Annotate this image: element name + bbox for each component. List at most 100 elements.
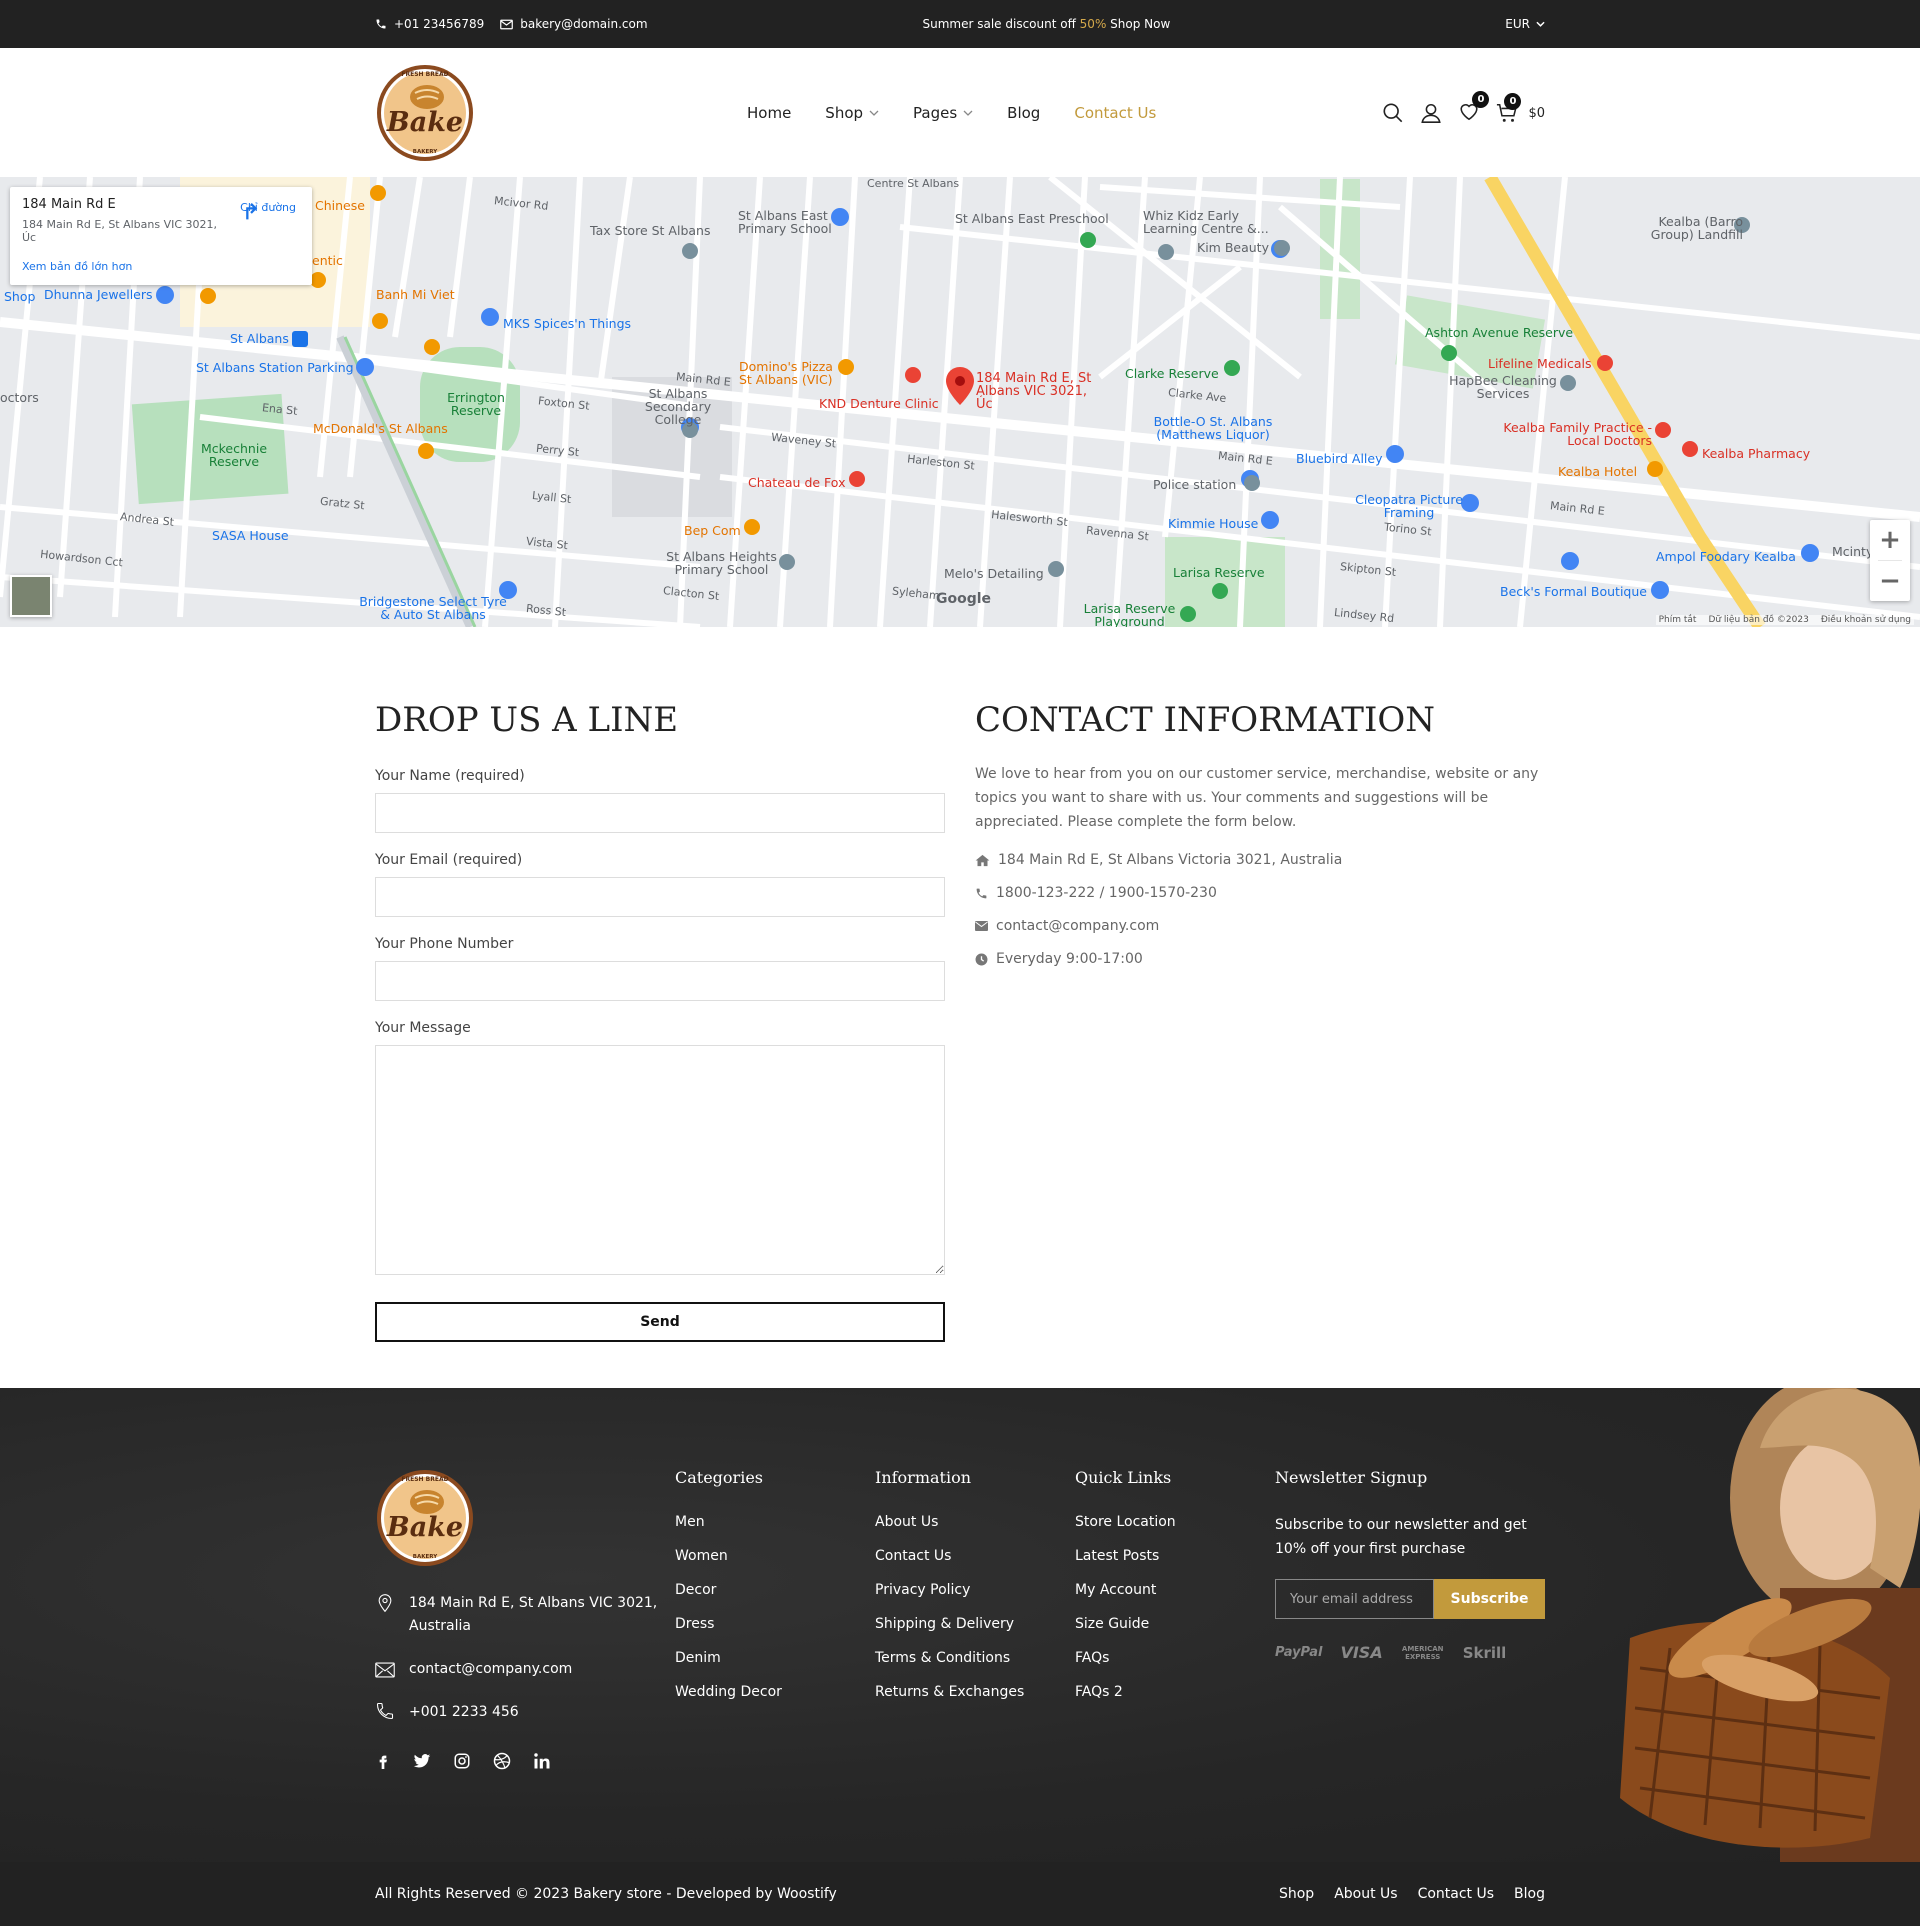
map-label: Ashton Avenue Reserve <box>1425 325 1574 340</box>
map-label: Beck's Formal Boutique <box>1500 584 1647 599</box>
linkedin-icon[interactable] <box>533 1752 551 1770</box>
footer-categories: Categories Men Women Decor Dress Denim W… <box>675 1468 782 1717</box>
currency-select[interactable]: EUR <box>1505 17 1545 31</box>
message-field[interactable] <box>375 1045 945 1275</box>
subscribe-button[interactable]: Subscribe <box>1434 1579 1545 1619</box>
map-label: Mckechnie Reserve <box>200 441 268 469</box>
footer-link[interactable]: FAQs <box>1075 1649 1176 1667</box>
map-label: Dhunna Jewellers <box>44 287 153 302</box>
footer-link[interactable]: Wedding Decor <box>675 1683 782 1701</box>
promo-text[interactable]: Summer sale discount off 50% Shop Now <box>923 17 1171 31</box>
bottom-link-blog[interactable]: Blog <box>1514 1886 1545 1902</box>
name-field[interactable] <box>375 793 945 833</box>
directions-button[interactable]: Chỉ đường <box>240 201 296 220</box>
nav-shop[interactable]: Shop <box>825 104 879 122</box>
google-map[interactable]: Tax Store St Albans St Albans East Prima… <box>0 177 1920 627</box>
account-icon[interactable] <box>1420 102 1442 124</box>
nav-home[interactable]: Home <box>747 104 791 122</box>
promo-prefix: Summer sale discount off <box>922 17 1080 31</box>
footer-link[interactable]: Terms & Conditions <box>875 1649 1024 1667</box>
zoom-out-button[interactable]: − <box>1870 561 1910 601</box>
cart-button[interactable]: 0 <box>1496 92 1522 124</box>
footer-link[interactable]: Denim <box>675 1649 782 1667</box>
zoom-in-button[interactable]: + <box>1870 520 1910 560</box>
footer-link[interactable]: Men <box>675 1513 782 1531</box>
bottom-link-about[interactable]: About Us <box>1334 1886 1397 1902</box>
nav-shop-label: Shop <box>825 103 864 122</box>
map-label: Kim Beauty <box>1197 240 1269 255</box>
footer-link[interactable]: Contact Us <box>875 1547 1024 1565</box>
amex-logo: AMERICAN EXPRESS <box>1401 1644 1444 1661</box>
facebook-icon[interactable] <box>375 1752 391 1770</box>
footer-link[interactable]: Size Guide <box>1075 1615 1176 1633</box>
map-label: Whiz Kidz Early Learning Centre &... <box>1143 208 1269 236</box>
map-label: Bottle-O St. Albans (Matthews Liquor) <box>1153 414 1273 442</box>
logo-main-text: Bake <box>386 1512 463 1543</box>
footer-link[interactable]: Store Location <box>1075 1513 1176 1531</box>
footer-link[interactable]: Dress <box>675 1615 782 1633</box>
phone-icon <box>376 19 386 29</box>
baker-woman-image <box>1620 1388 1920 1862</box>
footer-link[interactable]: Women <box>675 1547 782 1565</box>
footer-link[interactable]: Decor <box>675 1581 782 1599</box>
nav-blog-label: Blog <box>1007 103 1041 122</box>
top-phone[interactable]: +01 23456789 <box>375 17 484 31</box>
map-data-credit: Dữ liệu bản đồ ©2023 <box>1708 615 1809 625</box>
nav-pages-label: Pages <box>913 103 958 122</box>
footer-link[interactable]: FAQs 2 <box>1075 1683 1176 1701</box>
google-logo: Google <box>936 591 992 607</box>
map-shortcuts-link[interactable]: Phím tắt <box>1659 615 1697 625</box>
footer-link[interactable]: Shipping & Delivery <box>875 1615 1024 1633</box>
chevron-down-icon <box>963 110 973 116</box>
footer-link[interactable]: My Account <box>1075 1581 1176 1599</box>
footer-phone-text[interactable]: +001 2233 456 <box>409 1701 519 1724</box>
map-label: octors <box>0 390 39 405</box>
paypal-logo: PayPal <box>1275 1645 1323 1660</box>
footer-logo[interactable]: Bake FRESH BREAD BAKERY <box>375 1468 475 1568</box>
newsletter-email-input[interactable]: Your email address <box>1275 1579 1434 1619</box>
dribbble-icon[interactable] <box>493 1752 511 1770</box>
nav-pages[interactable]: Pages <box>913 104 973 122</box>
larger-map-link[interactable]: Xem bản đồ lớn hơn <box>22 260 132 273</box>
contact-address-text: 184 Main Rd E, St Albans Victoria 3021, … <box>998 852 1343 868</box>
contact-email-text[interactable]: contact@company.com <box>996 918 1159 934</box>
email-field[interactable] <box>375 877 945 917</box>
footer-link[interactable]: Privacy Policy <box>875 1581 1024 1599</box>
map-label: St Albans East Primary School <box>738 208 832 236</box>
phone-field[interactable] <box>375 961 945 1001</box>
bottom-links: Shop About Us Contact Us Blog <box>1279 1886 1545 1902</box>
twitter-icon[interactable] <box>413 1752 431 1770</box>
map-pin-label: 184 Main Rd E, St Albans VIC 3021, Úc <box>976 371 1092 412</box>
map-label: SASA House <box>212 528 289 543</box>
satellite-toggle[interactable] <box>10 575 52 617</box>
home-icon <box>975 854 990 866</box>
footer-link[interactable]: About Us <box>875 1513 1024 1531</box>
nav-contact-us[interactable]: Contact Us <box>1074 104 1156 122</box>
promo-highlight: 50% <box>1079 17 1107 31</box>
instagram-icon[interactable] <box>453 1752 471 1770</box>
map-label: entic <box>312 253 343 268</box>
footer-link[interactable]: Latest Posts <box>1075 1547 1176 1565</box>
top-email[interactable]: bakery@domain.com <box>500 17 648 31</box>
footer-quick-links-title: Quick Links <box>1075 1468 1172 1487</box>
contact-description: We love to hear from you on our customer… <box>975 766 1539 830</box>
send-button[interactable]: Send <box>375 1302 945 1342</box>
map-label: Kealba (Barro Group) Landfill <box>1650 214 1743 242</box>
footer-link[interactable]: Returns & Exchanges <box>875 1683 1024 1701</box>
search-icon[interactable] <box>1382 102 1404 124</box>
bottom-link-contact[interactable]: Contact Us <box>1418 1886 1494 1902</box>
wishlist-button[interactable]: 0 <box>1458 90 1490 126</box>
nav-blog[interactable]: Blog <box>1007 104 1040 122</box>
bottom-link-shop[interactable]: Shop <box>1279 1886 1314 1902</box>
contact-information: CONTACT INFORMATION We love to hear from… <box>975 700 1545 967</box>
logo-bottom-text: BAKERY <box>413 1554 438 1560</box>
nav-home-label: Home <box>747 103 792 122</box>
logo-graphic: Bake FRESH BREAD BAKERY <box>377 65 473 161</box>
site-logo[interactable]: Bake FRESH BREAD BAKERY <box>375 63 475 163</box>
map-label: Clarke Reserve <box>1125 366 1219 381</box>
promo-suffix: Shop Now <box>1106 17 1171 31</box>
footer-email-text[interactable]: contact@company.com <box>409 1658 572 1681</box>
map-terms-link[interactable]: Điều khoản sử dụng <box>1821 615 1911 625</box>
social-links <box>375 1752 665 1770</box>
map-label: St Albans <box>230 331 289 346</box>
